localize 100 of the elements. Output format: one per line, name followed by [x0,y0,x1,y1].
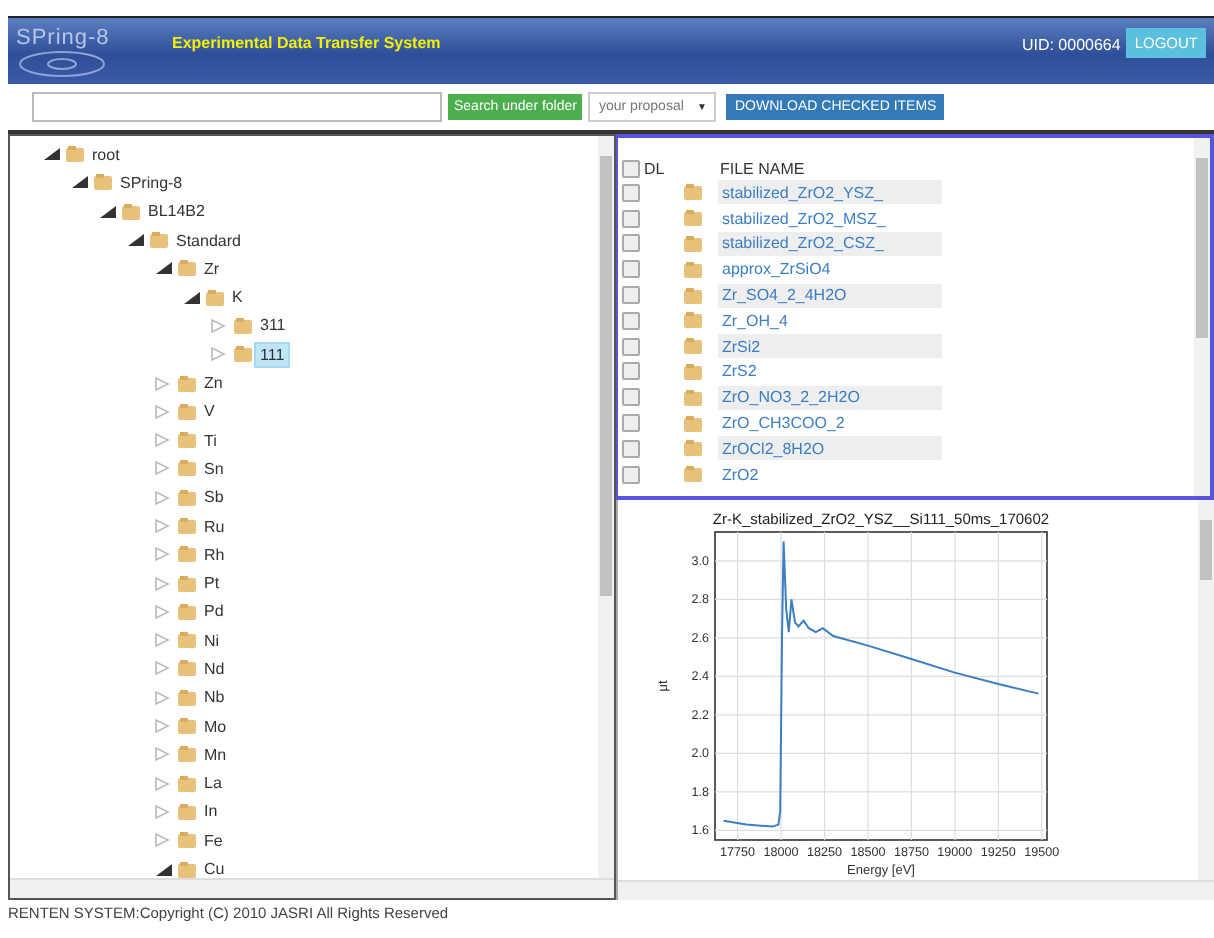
scrollbar[interactable] [1198,500,1214,880]
row-checkbox[interactable] [622,439,640,458]
tree-item[interactable]: Sb [200,486,228,509]
row-checkbox[interactable] [622,234,640,253]
tree-item[interactable]: Zr [200,257,224,280]
tree-item[interactable]: BL14B2 [144,200,209,223]
tree-item[interactable]: Ti [200,429,221,452]
tree-item[interactable]: V [200,400,219,423]
collapsed-toggle-icon[interactable] [154,632,174,649]
folder-icon [178,489,196,506]
tree-item[interactable]: Mo [200,715,231,738]
collapsed-toggle-icon[interactable] [154,432,174,449]
tree-item[interactable]: root [88,143,124,166]
collapsed-toggle-icon[interactable] [154,489,174,506]
tree-item[interactable]: Nb [200,686,229,709]
collapsed-toggle-icon[interactable] [154,518,174,534]
folder-icon [178,575,196,592]
file-link[interactable]: ZrSi2 [718,334,942,359]
folder-icon [178,546,196,563]
folder-icon [684,440,702,457]
folder-icon [684,210,702,227]
collapsed-toggle-icon[interactable] [210,346,230,363]
tree-item[interactable]: 311 [256,314,290,337]
collapsed-toggle-icon[interactable] [210,317,230,334]
row-checkbox[interactable] [622,183,640,202]
tree-item[interactable]: 111 [256,343,289,366]
folder-icon [684,415,702,432]
app-title: Experimental Data Transfer System [172,34,441,52]
user-id: UID: 0000664 [1021,36,1121,54]
tree-item[interactable]: Cu [200,858,229,878]
tree-item[interactable]: Pd [200,600,228,623]
horizontal-scrollbar[interactable] [618,880,1214,900]
folder-icon [234,317,252,334]
expanded-toggle-icon[interactable] [70,174,90,191]
logo-text: SPring-8 [16,26,110,50]
tree-item[interactable]: Fe [200,829,227,852]
tree-item[interactable]: Ni [200,629,224,652]
collapsed-toggle-icon[interactable] [154,832,174,849]
row-checkbox[interactable] [622,260,640,279]
tree-item[interactable]: Rh [200,543,229,566]
collapsed-toggle-icon[interactable] [154,575,174,592]
folder-icon [684,389,702,406]
tree-item[interactable]: Zn [200,372,227,395]
row-checkbox[interactable] [622,311,640,330]
folder-icon [684,338,702,355]
collapsed-toggle-icon[interactable] [154,775,174,792]
row-checkbox[interactable] [622,388,640,407]
tree-item[interactable]: SPring-8 [116,171,187,194]
folder-icon [684,466,702,483]
file-link[interactable]: stabilized_ZrO2_CSZ_ [718,231,942,256]
folder-icon [178,689,196,706]
expanded-toggle-icon[interactable] [42,146,62,163]
row-checkbox[interactable] [622,209,640,228]
tree-item[interactable]: Sn [200,457,228,480]
select-all-checkbox[interactable] [622,160,640,178]
collapsed-toggle-icon[interactable] [154,460,174,477]
folder-icon [684,261,702,278]
tree-item[interactable]: In [200,800,222,823]
horizontal-scrollbar[interactable] [10,878,614,898]
expanded-toggle-icon[interactable] [98,203,118,220]
expanded-toggle-icon[interactable] [182,289,202,306]
tree-item[interactable]: Pt [200,572,224,595]
collapsed-toggle-icon[interactable] [154,375,174,392]
expanded-toggle-icon[interactable] [154,260,174,277]
search-field[interactable] [32,92,442,123]
file-link[interactable]: stabilized_ZrO2_YSZ_ [718,180,942,205]
collapsed-toggle-icon[interactable] [154,746,174,763]
tree-item[interactable]: Nd [200,657,229,680]
folder-icon [178,375,196,392]
collapsed-toggle-icon[interactable] [154,603,174,620]
tree-item[interactable]: Standard [172,229,245,252]
collapsed-toggle-icon[interactable] [154,718,174,735]
folder-icon [178,775,196,792]
folder-icon [684,287,702,304]
row-checkbox[interactable] [622,286,640,305]
folder-icon [684,184,702,201]
scrollbar[interactable] [598,136,614,878]
folder-icon [684,363,702,380]
collapsed-toggle-icon[interactable] [154,546,174,563]
folder-icon [178,718,196,735]
tree-item[interactable]: K [228,286,247,309]
collapsed-toggle-icon[interactable] [154,660,174,677]
disc-icon [16,50,108,78]
row-checkbox[interactable] [622,465,640,484]
row-checkbox[interactable] [622,414,640,433]
file-link[interactable]: ZrO_NO3_2_2H2O [718,385,942,410]
collapsed-toggle-icon[interactable] [154,689,174,706]
file-link[interactable]: Zr_SO4_2_4H2O [718,283,942,308]
folder-icon [66,146,84,163]
row-checkbox[interactable] [622,337,640,356]
collapsed-toggle-icon[interactable] [154,803,174,820]
file-link[interactable]: ZrOCl2_8H2O [718,436,942,461]
tree-item[interactable]: Mn [200,743,231,766]
row-checkbox[interactable] [622,362,640,381]
scrollbar[interactable] [1194,138,1210,496]
expanded-toggle-icon[interactable] [126,232,146,249]
folder-icon [178,861,196,878]
collapsed-toggle-icon[interactable] [154,403,174,420]
tree-item[interactable]: Ru [200,515,229,537]
tree-item[interactable]: La [200,772,226,795]
